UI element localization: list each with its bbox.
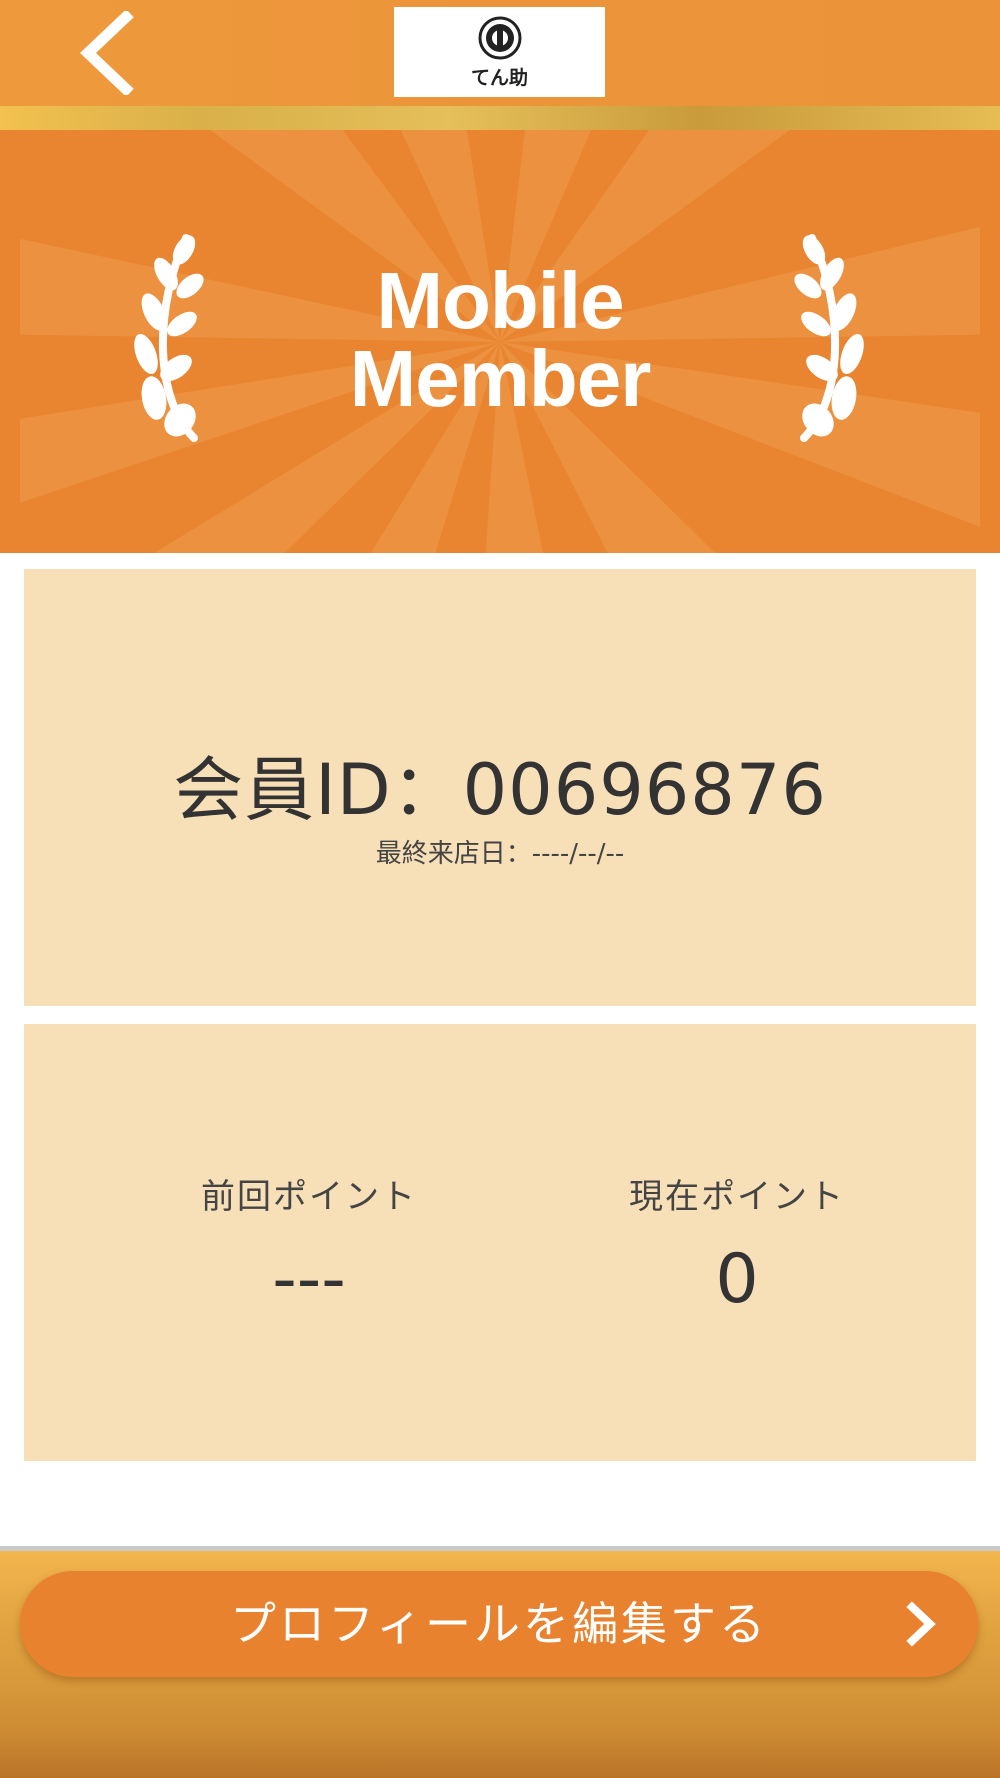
mobile-member-banner: Mobile Member xyxy=(0,130,1000,553)
points-card: 前回ポイント --- 現在ポイント 0 xyxy=(24,1024,976,1461)
current-points-value: 0 xyxy=(715,1240,759,1319)
footer-bar: プロフィールを編集する xyxy=(0,1551,1000,1778)
previous-points-label: 前回ポイント xyxy=(201,1177,417,1217)
previous-points-value: --- xyxy=(272,1240,346,1319)
previous-points: 前回ポイント --- xyxy=(159,1169,459,1319)
current-points-label: 現在ポイント xyxy=(629,1177,845,1217)
brand-logo: てん助 xyxy=(394,7,605,97)
logo-emblem-icon xyxy=(478,16,521,59)
laurel-right-icon xyxy=(794,234,864,442)
chevron-left-icon xyxy=(80,11,134,95)
gold-divider xyxy=(0,106,1000,130)
back-button[interactable] xyxy=(66,8,146,98)
app-header: てん助 xyxy=(0,0,1000,106)
edit-profile-button[interactable]: プロフィールを編集する xyxy=(20,1571,978,1677)
chevron-right-icon xyxy=(906,1601,936,1647)
current-points: 現在ポイント 0 xyxy=(587,1169,887,1319)
last-visit-date: 最終来店日：----/--/-- xyxy=(375,839,625,869)
member-id: 会員ID：00696876 xyxy=(173,749,827,831)
member-id-card: 会員ID：00696876 最終来店日：----/--/-- xyxy=(24,569,976,1006)
edit-profile-label: プロフィールを編集する xyxy=(229,1597,769,1651)
logo-text: てん助 xyxy=(470,66,528,89)
